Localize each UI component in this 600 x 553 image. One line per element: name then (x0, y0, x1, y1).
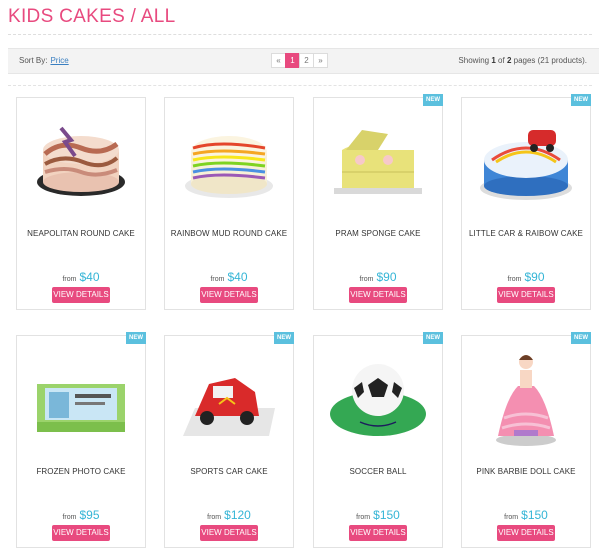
product-name[interactable]: SOCCER BALL (314, 467, 442, 476)
product-name[interactable]: LITTLE CAR & RAIBOW CAKE (462, 229, 590, 238)
soccer-ball-cake-icon[interactable] (328, 348, 428, 448)
product-price: $120 (224, 508, 251, 522)
product-name[interactable]: PINK BARBIE DOLL CAKE (462, 467, 590, 476)
view-details-button[interactable]: VIEW DETAILS (497, 525, 555, 541)
pagination: « 1 2 » (271, 53, 328, 68)
product-price: $90 (524, 270, 545, 284)
view-details-button[interactable]: VIEW DETAILS (497, 287, 555, 303)
product-price: $40 (79, 270, 100, 284)
product-name[interactable]: PRAM SPONGE CAKE (314, 229, 442, 238)
product-card[interactable]: NEAPOLITAN ROUND CAKE from $40 VIEW DETAI… (16, 97, 146, 310)
sort-by-price-link[interactable]: Price (50, 56, 68, 65)
product-card[interactable]: RAINBOW MUD ROUND CAKE from $40 VIEW DETA… (164, 97, 294, 310)
product-price-line: from $90 (359, 270, 397, 284)
product-price-line: from $40 (210, 270, 248, 284)
product-price: $150 (373, 508, 400, 522)
new-badge: NEW (423, 94, 443, 106)
product-card[interactable]: NEW SOCCER BALL from $150 VIEW DETAILS (313, 332, 443, 548)
new-badge: NEW (571, 332, 591, 344)
product-card[interactable]: NEW FROZEN PHOTO CAKE from $95 VIEW DETAI… (16, 332, 146, 548)
sort-label: Sort By: (19, 56, 48, 65)
product-price: $95 (79, 508, 100, 522)
product-price: $90 (376, 270, 397, 284)
pagination-page-2[interactable]: 2 (299, 53, 314, 68)
neapolitan-cake-icon[interactable] (31, 110, 131, 210)
car-rainbow-cake-icon[interactable] (476, 110, 576, 210)
pagination-next[interactable]: » (313, 53, 328, 68)
view-details-button[interactable]: VIEW DETAILS (52, 525, 110, 541)
product-name[interactable]: FROZEN PHOTO CAKE (17, 467, 145, 476)
title-divider (8, 34, 592, 35)
pagination-prev[interactable]: « (271, 53, 286, 68)
pram-cake-icon[interactable] (328, 110, 428, 210)
rainbow-cake-icon[interactable] (179, 110, 279, 210)
product-price-line: from $150 (356, 508, 400, 522)
product-card[interactable]: NEW SPORTS CAR CAKE from $120 VIEW DETAIL… (164, 332, 294, 548)
new-badge: NEW (126, 332, 146, 344)
results-summary: Showing 1 of 2 pages (21 products). (458, 56, 587, 65)
view-details-button[interactable]: VIEW DETAILS (52, 287, 110, 303)
product-price: $150 (521, 508, 548, 522)
barbie-doll-cake-icon[interactable] (476, 348, 576, 448)
product-card[interactable]: NEW PRAM SPONGE CAKE from $90 VIEW DETAIL… (313, 94, 443, 310)
product-name[interactable]: RAINBOW MUD ROUND CAKE (165, 229, 293, 238)
product-price-line: from $40 (62, 270, 100, 284)
photo-cake-icon[interactable] (31, 348, 131, 448)
view-details-button[interactable]: VIEW DETAILS (349, 287, 407, 303)
page-title: KIDS CAKES / ALL (8, 6, 176, 27)
product-card[interactable]: NEW LITTLE CAR & RAIBOW CAKE from $90 VIE… (461, 94, 591, 310)
sports-car-cake-icon[interactable] (179, 348, 279, 448)
toolbar-divider (8, 85, 592, 86)
product-price-line: from $95 (62, 508, 100, 522)
pagination-page-1[interactable]: 1 (285, 53, 300, 68)
sort-control: Sort By: Price (19, 56, 69, 65)
product-card[interactable]: NEW PINK BARBIE DOLL CAKE from $150 VIEW … (461, 332, 591, 548)
view-details-button[interactable]: VIEW DETAILS (200, 287, 258, 303)
sort-toolbar: Sort By: Price « 1 2 » Showing 1 of 2 pag… (8, 48, 599, 74)
view-details-button[interactable]: VIEW DETAILS (349, 525, 407, 541)
product-name[interactable]: SPORTS CAR CAKE (165, 467, 293, 476)
product-price-line: from $120 (207, 508, 251, 522)
product-price-line: from $150 (504, 508, 548, 522)
new-badge: NEW (274, 332, 294, 344)
product-price-line: from $90 (507, 270, 545, 284)
product-price: $40 (227, 270, 248, 284)
new-badge: NEW (423, 332, 443, 344)
view-details-button[interactable]: VIEW DETAILS (200, 525, 258, 541)
new-badge: NEW (571, 94, 591, 106)
product-name[interactable]: NEAPOLITAN ROUND CAKE (17, 229, 145, 238)
